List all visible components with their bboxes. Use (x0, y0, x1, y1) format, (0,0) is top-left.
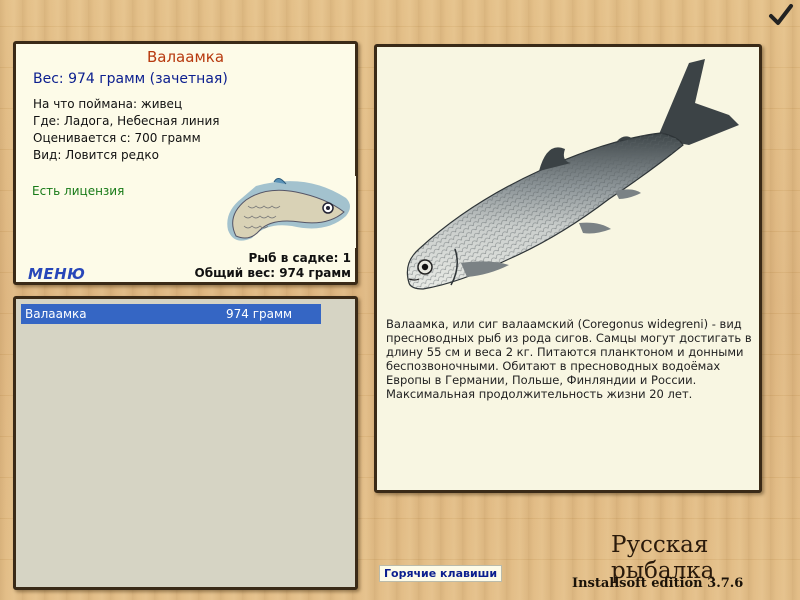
edition-label: Installsoft edition 3.7.6 (572, 576, 744, 591)
fish-emblem-icon (216, 176, 356, 248)
license-status: Есть лицензия (32, 184, 125, 198)
cage-stats: Рыб в садке: 1 Общий вес: 974 грамм (195, 251, 351, 281)
cage-total-weight: Общий вес: 974 грамм (194, 266, 351, 280)
fish-info-panel: Валаамка Вес: 974 грамм (зачетная) На чт… (13, 41, 358, 285)
fish-description: Валаамка, или сиг валаамский (Coregonus … (386, 317, 752, 401)
fish-name-title: Валаамка (146, 48, 225, 66)
catch-name: Валаамка (25, 307, 87, 321)
hotkeys-button[interactable]: Горячие клавиши (379, 565, 503, 582)
catch-weight: 974 грамм (226, 307, 293, 321)
catch-list-panel: Валаамка 974 грамм (13, 296, 358, 590)
fish-weight: Вес: 974 грамм (зачетная) (33, 71, 228, 87)
checkmark-icon[interactable] (768, 2, 794, 28)
location-text: Где: Ладога, Небесная линия (33, 114, 220, 128)
fish-details: На что поймана: живец Где: Ладога, Небес… (33, 96, 220, 164)
caught-on-text: На что поймана: живец (33, 97, 183, 111)
fish-illustration (406, 59, 739, 290)
kind-text: Вид: Ловится редко (33, 148, 159, 162)
menu-button[interactable]: МЕНЮ (28, 265, 85, 283)
cage-count: Рыб в садке: 1 (248, 251, 352, 265)
valued-from-text: Оценивается с: 700 грамм (33, 131, 201, 145)
list-item[interactable]: Валаамка 974 грамм (21, 304, 321, 324)
fish-description-panel: Валаамка, или сиг валаамский (Coregonus … (374, 44, 762, 493)
